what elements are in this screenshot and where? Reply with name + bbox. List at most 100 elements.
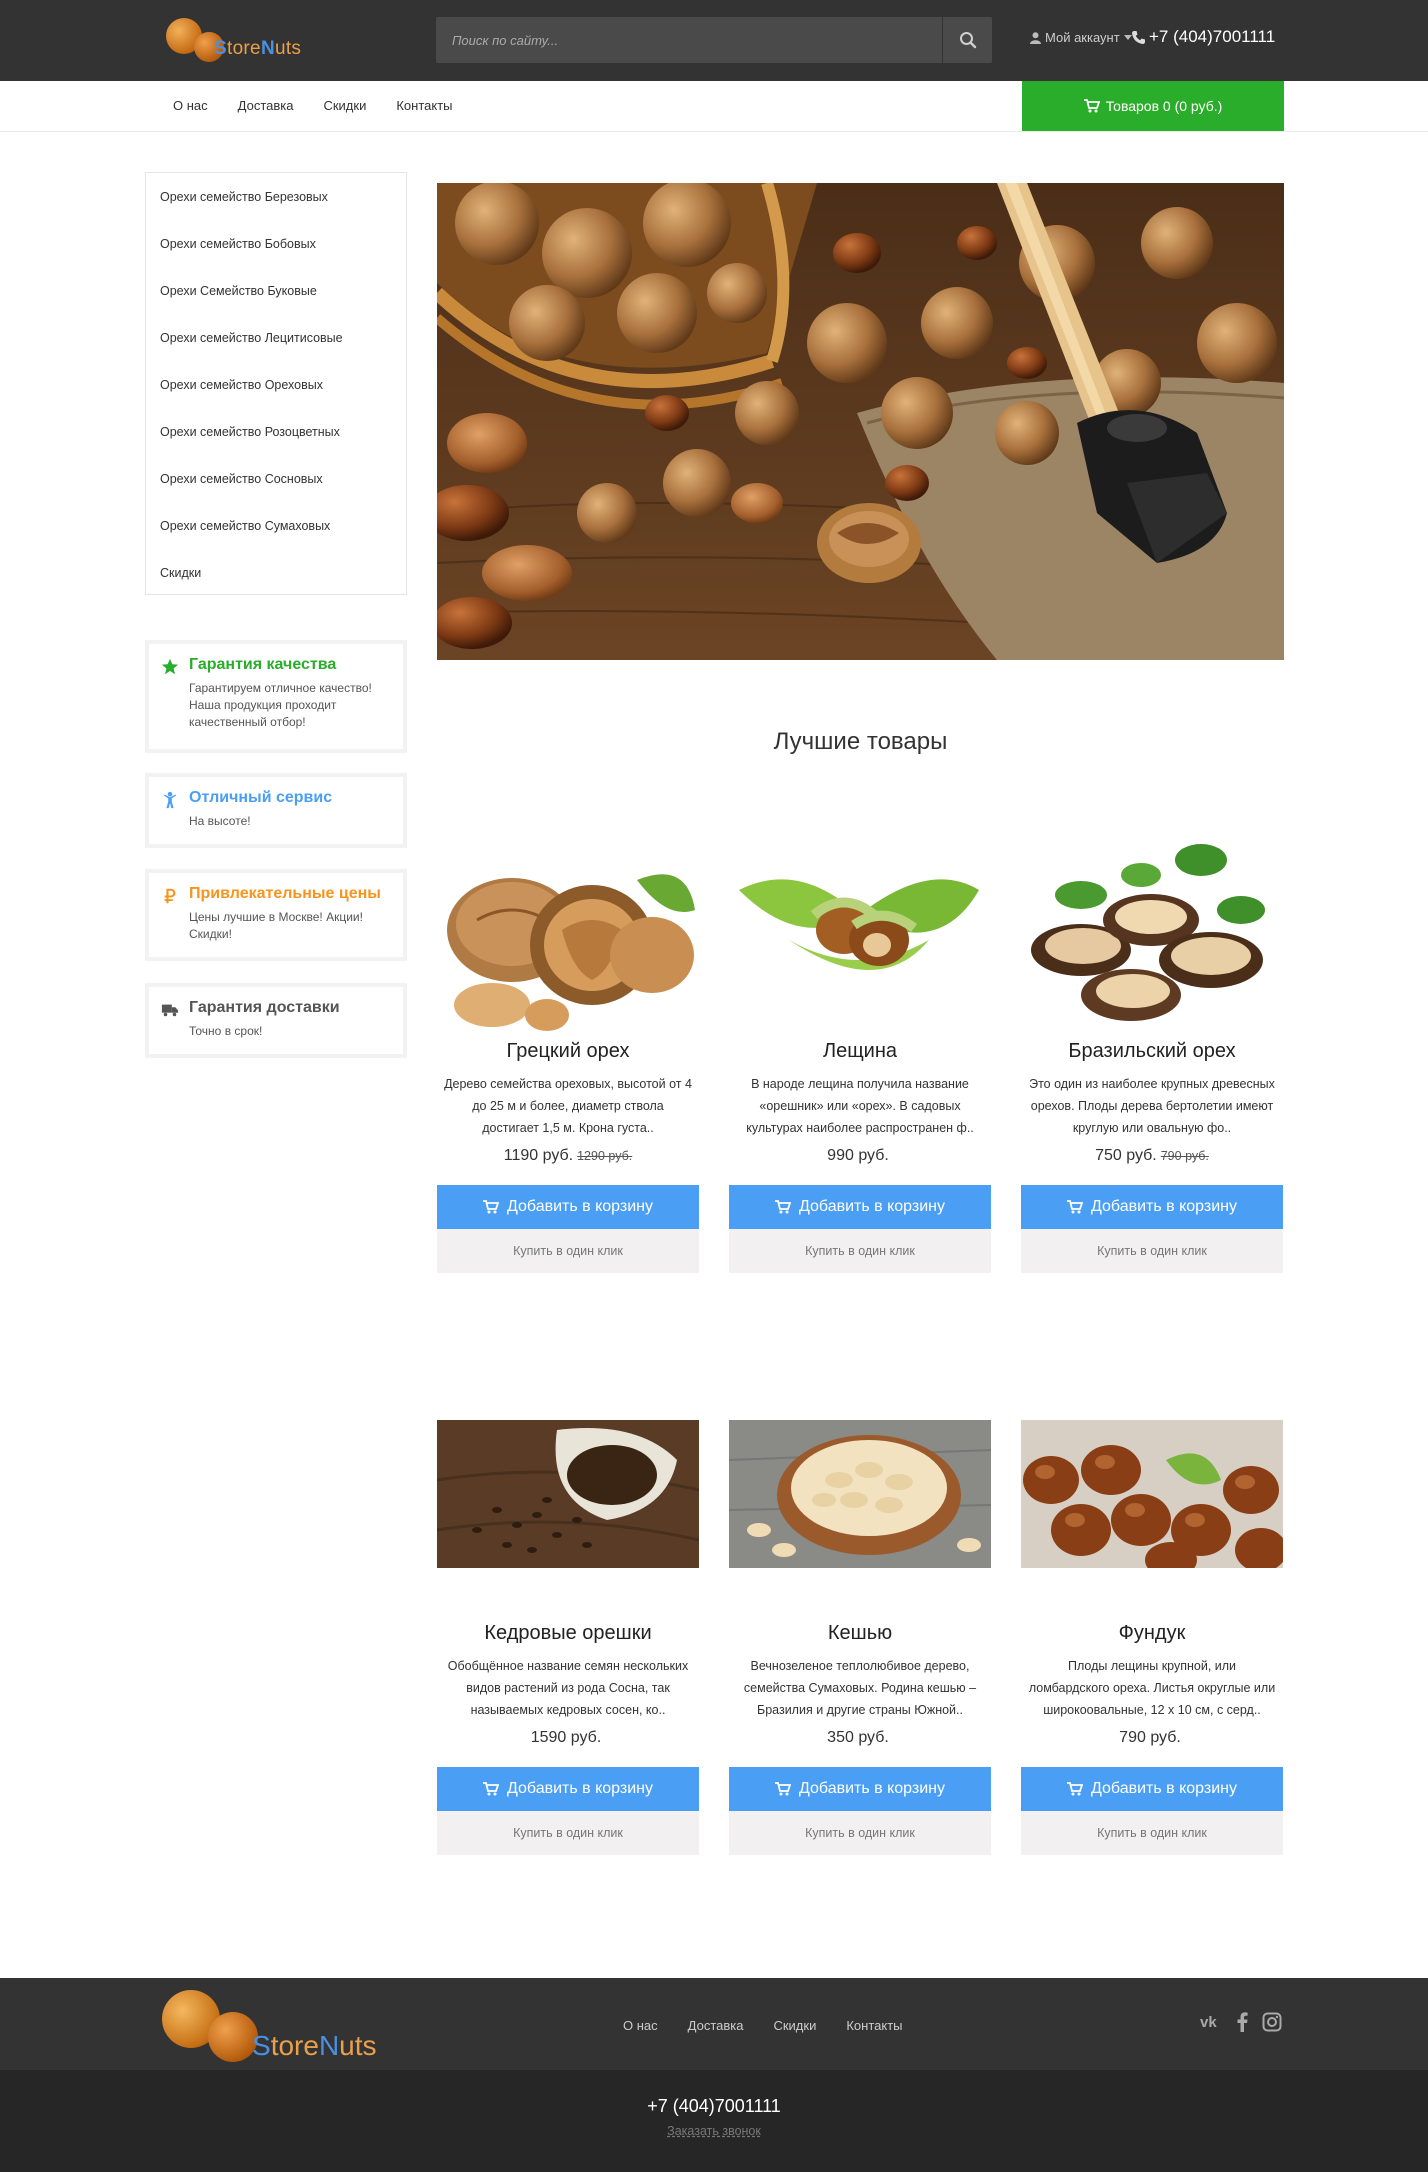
price-current: 1590 руб.: [530, 1729, 602, 1746]
product-image[interactable]: [729, 1420, 991, 1568]
feature-service: Отличный сервис На высоте!: [145, 773, 407, 848]
feature-text: На высоте!: [189, 814, 251, 828]
category-item[interactable]: Орехи Семейство Буковые: [146, 267, 406, 314]
product-price: 750 руб. 790 руб.: [1021, 1147, 1283, 1165]
request-call-link[interactable]: Заказать звонок: [0, 2124, 1428, 2138]
add-to-cart-button[interactable]: Добавить в корзину: [1021, 1185, 1283, 1229]
product-image[interactable]: [1021, 1420, 1283, 1568]
cart-icon: [1066, 1782, 1083, 1796]
user-icon: [1030, 31, 1041, 44]
category-item[interactable]: Орехи семейство Лецитисовые: [146, 314, 406, 361]
section-title: Лучшие товары: [773, 728, 948, 755]
add-to-cart-button[interactable]: Добавить в корзину: [437, 1185, 699, 1229]
feature-title: Гарантия доставки: [189, 999, 340, 1016]
price-old: 790 руб.: [1160, 1149, 1209, 1163]
cashew-image: [729, 1420, 991, 1568]
buy-one-click-button[interactable]: Купить в один клик: [1021, 1811, 1283, 1855]
category-item[interactable]: Орехи семейство Ореховых: [146, 361, 406, 408]
caret-down-icon: [1123, 35, 1132, 40]
header-phone[interactable]: +7 (404)7001111: [1132, 27, 1275, 47]
footer-link-delivery[interactable]: Доставка: [688, 2018, 744, 2033]
category-item[interactable]: Орехи семейство Сосновых: [146, 455, 406, 502]
product-name[interactable]: Кедровые орешки: [437, 1622, 699, 1645]
add-to-cart-button[interactable]: Добавить в корзину: [1021, 1767, 1283, 1811]
product-image[interactable]: [729, 820, 991, 1040]
nav-link-contacts[interactable]: Контакты: [396, 98, 452, 113]
cart-button[interactable]: Товаров 0 (0 руб.): [1022, 81, 1284, 131]
category-item[interactable]: Орехи семейство Бобовых: [146, 220, 406, 267]
feature-delivery: Гарантия доставки Точно в срок!: [145, 983, 407, 1058]
nav-link-delivery[interactable]: Доставка: [238, 98, 294, 113]
add-to-cart-label: Добавить в корзину: [798, 1780, 945, 1797]
product-card: Бразильский орех Это один из наиболее кр…: [1021, 820, 1283, 1273]
logo-text: StoreNuts: [214, 38, 302, 59]
buy-one-click-button[interactable]: Купить в один клик: [729, 1811, 991, 1855]
category-item[interactable]: Орехи семейство Березовых: [146, 173, 406, 220]
logo[interactable]: StoreNuts: [166, 14, 316, 66]
buy-one-click-button[interactable]: Купить в один клик: [729, 1229, 991, 1273]
cart-icon: [774, 1200, 791, 1214]
social-links: vk: [1200, 2012, 1282, 2032]
footer-link-about[interactable]: О нас: [623, 2018, 658, 2033]
search-input[interactable]: [436, 17, 941, 63]
feature-text: Цены лучшие в Москве! Акции! Скидки!: [189, 910, 363, 941]
walnut-image: [437, 820, 699, 1040]
product-description: Обобщённое название семян нескольких вид…: [447, 1659, 689, 1717]
brazil-nut-image: [1021, 820, 1283, 1040]
product-price: 350 руб.: [729, 1729, 991, 1747]
product-card: Кешью Вечнозеленое теплолюбивое дерево, …: [729, 1420, 991, 1855]
product-price: 1190 руб. 1290 руб.: [437, 1147, 699, 1165]
feature-title: Отличный сервис: [189, 789, 333, 806]
product-image[interactable]: [437, 820, 699, 1040]
product-name[interactable]: Бразильский орех: [1021, 1040, 1283, 1063]
instagram-icon[interactable]: [1262, 2012, 1282, 2032]
add-to-cart-button[interactable]: Добавить в корзину: [729, 1767, 991, 1811]
product-name[interactable]: Кешью: [729, 1622, 991, 1645]
top-bar: StoreNuts Мой аккаунт +7 (404)7001111: [0, 0, 1428, 81]
category-item[interactable]: Орехи семейство Сумаховых: [146, 502, 406, 549]
add-to-cart-button[interactable]: Добавить в корзину: [729, 1185, 991, 1229]
phone-icon: [1132, 30, 1145, 44]
price-current: 790 руб.: [1119, 1729, 1181, 1746]
category-item-discounts[interactable]: Скидки: [146, 549, 406, 596]
price-current: 1190 руб.: [503, 1147, 574, 1164]
ruble-icon: [164, 888, 176, 904]
person-icon: [163, 791, 177, 809]
main-nav: О нас Доставка Скидки Контакты Товаров 0…: [0, 81, 1428, 132]
price-current: 350 руб.: [827, 1729, 889, 1746]
product-card: Кедровые орешки Обобщённое название семя…: [437, 1420, 699, 1855]
product-image[interactable]: [1021, 820, 1283, 1040]
account-menu[interactable]: Мой аккаунт: [1030, 30, 1132, 45]
pine-nuts-image: [437, 1420, 699, 1568]
category-item[interactable]: Орехи семейство Розоцветных: [146, 408, 406, 455]
nav-link-discounts[interactable]: Скидки: [323, 98, 366, 113]
product-card: Фундук Плоды лещины крупной, или ломбард…: [1021, 1420, 1283, 1855]
nav-link-about[interactable]: О нас: [173, 98, 208, 113]
footer-logo[interactable]: StoreNuts: [160, 1986, 400, 2066]
footer-phone[interactable]: +7 (404)7001111: [0, 2096, 1428, 2117]
product-name[interactable]: Грецкий орех: [437, 1040, 699, 1063]
product-name[interactable]: Фундук: [1021, 1622, 1283, 1645]
truck-icon: [161, 1004, 179, 1017]
facebook-icon[interactable]: [1236, 2012, 1248, 2032]
buy-one-click-button[interactable]: Купить в один клик: [437, 1811, 699, 1855]
product-image[interactable]: [437, 1420, 699, 1568]
footer-link-discounts[interactable]: Скидки: [773, 2018, 816, 2033]
price-current: 990 руб.: [827, 1147, 889, 1164]
hero-banner-image: [437, 183, 1284, 660]
search-button[interactable]: [942, 17, 992, 63]
cart-icon: [482, 1200, 499, 1214]
vk-icon[interactable]: vk: [1200, 2012, 1222, 2030]
price-old: 1290 руб.: [577, 1149, 633, 1163]
product-card: Лещина В народе лещина получила название…: [729, 820, 991, 1273]
buy-one-click-button[interactable]: Купить в один клик: [437, 1229, 699, 1273]
add-to-cart-button[interactable]: Добавить в корзину: [437, 1767, 699, 1811]
cart-label: Товаров 0 (0 руб.): [1105, 98, 1223, 114]
product-price: 790 руб.: [1021, 1729, 1283, 1747]
feature-title: Привлекательные цены: [189, 885, 381, 902]
product-name[interactable]: Лещина: [729, 1040, 991, 1063]
buy-one-click-button[interactable]: Купить в один клик: [1021, 1229, 1283, 1273]
footer-link-contacts[interactable]: Контакты: [846, 2018, 902, 2033]
cart-icon: [774, 1782, 791, 1796]
product-description: Вечнозеленое теплолюбивое дерево, семейс…: [743, 1659, 977, 1717]
